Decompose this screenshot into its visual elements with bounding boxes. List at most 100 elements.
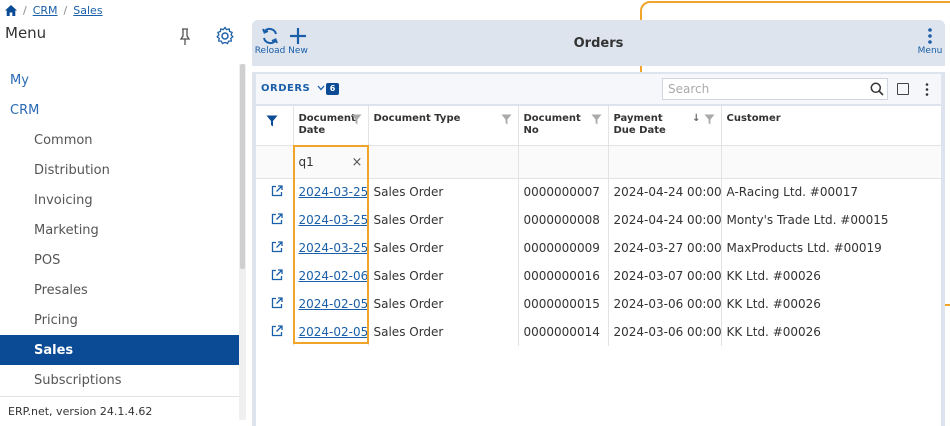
column-filter-icon[interactable] — [500, 114, 512, 125]
document-no-cell: 0000000007 — [518, 178, 609, 206]
open-external-icon[interactable] — [271, 212, 283, 225]
search-icon[interactable] — [870, 82, 884, 96]
table-row[interactable]: 2024-03-25 Sales Order 0000000008 2024-04-2… — [256, 206, 941, 234]
column-header-document-no[interactable]: Document No — [518, 106, 609, 146]
column-header-document-date[interactable]: Document Date — [293, 106, 369, 146]
open-row-cell[interactable] — [256, 290, 294, 318]
document-type-cell: Sales Order — [368, 318, 519, 346]
open-external-icon[interactable] — [271, 296, 283, 309]
filter-cell[interactable] — [518, 145, 609, 179]
payment-due-cell: 2024-03-06 00:00 — [608, 318, 722, 346]
table-row[interactable]: 2024-02-05 Sales Order 0000000015 2024-03-0… — [256, 290, 941, 318]
customer-cell: A-Racing Ltd. #00017 — [721, 178, 941, 206]
sidebar-item-presales[interactable]: Presales — [0, 275, 239, 305]
open-row-cell[interactable] — [256, 262, 294, 290]
open-external-icon[interactable] — [271, 268, 283, 281]
search-input[interactable] — [662, 78, 888, 100]
breadcrumb: / CRM / Sales — [0, 0, 250, 20]
document-no-cell: 0000000008 — [518, 206, 609, 234]
filter-cell-document-date[interactable]: q1 × — [293, 145, 369, 179]
column-filter-icon[interactable] — [350, 114, 362, 125]
column-filter-icon[interactable] — [590, 114, 602, 125]
filter-row: q1 × — [256, 145, 941, 179]
open-external-icon[interactable] — [271, 185, 283, 197]
sidebar-item-sales[interactable]: Sales — [0, 335, 239, 365]
column-label: Payment Due Date — [613, 113, 666, 136]
breadcrumb-separator: / — [63, 3, 68, 17]
toolbar: Orders Reload New Menu — [252, 20, 945, 66]
app-root: / CRM / Sales Menu My CRM Common Distrib… — [0, 0, 950, 426]
open-row-cell[interactable] — [256, 318, 294, 346]
sidebar-item-marketing[interactable]: Marketing — [0, 215, 239, 245]
sidebar-item-my[interactable]: My — [0, 65, 239, 95]
document-date-link[interactable]: 2024-03-25 — [293, 206, 369, 234]
filter-value[interactable]: q1 — [299, 155, 314, 169]
sort-desc-icon[interactable]: ↓ — [692, 113, 700, 125]
filter-cell[interactable] — [368, 145, 519, 179]
column-label: Customer — [726, 113, 781, 124]
select-all-checkbox[interactable] — [897, 83, 909, 95]
sidebar-item-label: Pricing — [34, 312, 78, 328]
payment-due-cell: 2024-03-06 00:00 — [608, 290, 722, 318]
sidebar-item-crm[interactable]: CRM — [0, 95, 239, 125]
breadcrumb-crm[interactable]: CRM — [33, 4, 58, 17]
kebab-icon[interactable] — [925, 83, 929, 96]
orders-dropdown[interactable]: ORDERS — [261, 83, 325, 94]
filter-cell[interactable] — [608, 145, 722, 179]
document-date-link[interactable]: 2024-02-05 — [293, 290, 369, 318]
sidebar-item-pos[interactable]: POS — [0, 245, 239, 275]
table-row[interactable]: 2024-02-06 Sales Order 0000000016 2024-03-0… — [256, 262, 941, 290]
payment-due-cell: 2024-04-24 00:00 — [608, 178, 722, 206]
open-row-cell[interactable] — [256, 234, 294, 262]
sidebar-scroll-thumb[interactable] — [240, 64, 245, 269]
sidebar-item-distribution[interactable]: Distribution — [0, 155, 239, 185]
document-date-link[interactable]: 2024-02-06 — [293, 262, 369, 290]
filter-cell — [256, 145, 294, 179]
open-external-icon[interactable] — [271, 240, 283, 253]
customer-cell: KK Ltd. #00026 — [721, 262, 941, 290]
gear-icon[interactable] — [215, 26, 235, 46]
column-label: Document Date — [298, 113, 356, 136]
sidebar-item-pricing[interactable]: Pricing — [0, 305, 239, 335]
sidebar-item-common[interactable]: Common — [0, 125, 239, 155]
header-row: Document Date Document Type Document No — [256, 106, 941, 146]
sidebar-item-label: My — [10, 72, 29, 88]
menu-button[interactable]: Menu — [912, 26, 948, 62]
chevron-down-icon — [317, 85, 325, 91]
filter-icon — [266, 115, 278, 127]
open-external-icon[interactable] — [271, 324, 283, 337]
column-filter-icon[interactable] — [703, 114, 715, 125]
sidebar-item-label: Subscriptions — [34, 372, 122, 388]
orders-label: ORDERS — [261, 83, 311, 94]
document-date-link[interactable]: 2024-03-25 — [293, 234, 369, 262]
customer-cell: KK Ltd. #00026 — [721, 290, 941, 318]
column-header-payment-due-date[interactable]: Payment Due Date ↓ — [608, 106, 722, 146]
column-header-document-type[interactable]: Document Type — [368, 106, 519, 146]
column-header-customer[interactable]: Customer — [721, 106, 941, 146]
sidebar-item-label: Sales — [34, 342, 74, 358]
sidebar-item-label: Common — [34, 132, 93, 148]
breadcrumb-sales[interactable]: Sales — [73, 4, 102, 17]
sidebar-item-label: Distribution — [34, 162, 110, 178]
document-date-link[interactable]: 2024-02-05 — [293, 318, 369, 346]
clear-filter-icon[interactable]: × — [352, 155, 363, 170]
column-label: Document Type — [373, 113, 461, 124]
open-row-cell[interactable] — [256, 178, 294, 206]
open-row-cell[interactable] — [256, 206, 294, 234]
document-type-cell: Sales Order — [368, 178, 519, 206]
sidebar-item-invoicing[interactable]: Invoicing — [0, 185, 239, 215]
table-row[interactable]: 2024-03-25 Sales Order 0000000007 2024-04-2… — [256, 178, 941, 206]
home-icon[interactable] — [5, 4, 17, 16]
pin-icon[interactable] — [178, 28, 192, 46]
sidebar-scrollbar[interactable] — [239, 64, 246, 420]
document-type-cell: Sales Order — [368, 290, 519, 318]
sidebar-item-subscriptions[interactable]: Subscriptions — [0, 365, 239, 395]
table-row[interactable]: 2024-03-25 Sales Order 0000000009 2024-03-2… — [256, 234, 941, 262]
filter-cell[interactable] — [721, 145, 941, 179]
filter-toggle-header[interactable] — [256, 106, 294, 146]
document-type-cell: Sales Order — [368, 262, 519, 290]
payment-due-cell: 2024-03-07 00:00 — [608, 262, 722, 290]
new-button[interactable]: New — [280, 26, 316, 62]
table-row[interactable]: 2024-02-05 Sales Order 0000000014 2024-03-0… — [256, 318, 941, 346]
document-date-link[interactable]: 2024-03-25 — [293, 178, 369, 206]
